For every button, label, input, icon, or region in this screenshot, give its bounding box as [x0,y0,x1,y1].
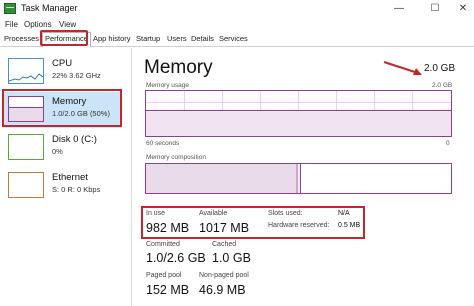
paged-pool-label: Paged pool [146,272,182,279]
stats-highlight [141,206,365,239]
cached-label: Cached [212,241,237,248]
memory-item-highlight [2,89,122,127]
close-button[interactable]: ✕ [448,1,474,17]
composition-standby [298,164,301,193]
non-paged-pool-label: Non-paged pool [199,272,249,279]
performance-tab-highlight [40,30,88,46]
time-axis-end: 0 [446,140,450,147]
menu-view[interactable]: View [59,20,76,29]
composition-label: Memory composition [146,154,206,161]
committed-label: Committed [146,241,180,248]
minimize-button[interactable]: — [384,1,414,17]
sidebar-item-label: Ethernet [52,172,88,183]
tab-details[interactable]: Details [189,33,216,45]
sidebar-item-label: Disk 0 (C:) [52,134,97,145]
window-title: Task Manager [21,3,78,13]
tab-processes[interactable]: Processes [2,33,41,45]
sidebar-item-ethernet[interactable]: Ethernet S: 0 R: 0 Kbps [4,168,122,204]
tab-users[interactable]: Users [165,33,189,45]
usage-graph-label: Memory usage [146,82,189,89]
page-title: Memory [144,57,213,78]
menu-options[interactable]: Options [24,20,52,29]
non-paged-pool-value: 46.9 MB [199,283,246,297]
composition-in-use [146,164,296,193]
ethernet-thumbnail [8,172,44,198]
sidebar-item-sub: S: 0 R: 0 Kbps [52,185,101,194]
paged-pool-value: 152 MB [146,283,190,297]
sidebar-item-disk[interactable]: Disk 0 (C:) 0% [4,130,122,166]
memory-usage-graph [145,90,452,137]
committed-value: 1.0/2.6 GB [146,251,206,265]
menu-file[interactable]: File [5,20,18,29]
tab-app-history[interactable]: App history [91,33,133,45]
cpu-thumbnail [8,58,44,84]
usage-graph-max: 2.0 GB [432,82,453,89]
cached-value: 1.0 GB [212,251,251,265]
tab-startup[interactable]: Startup [134,33,162,45]
memory-composition-bar [145,163,452,194]
title-bar: Task Manager — ☐ ✕ [0,0,474,18]
time-axis-start: 60 seconds [146,140,180,147]
annotation-arrow-icon [383,61,422,75]
usage-fill [146,110,451,136]
sidebar-item-cpu[interactable]: CPU 22% 3.62 GHz [4,54,122,90]
sidebar-item-sub: 0% [52,147,63,156]
sidebar-item-label: CPU [52,58,73,69]
tab-services[interactable]: Services [217,33,250,45]
resource-sidebar: CPU 22% 3.62 GHz Memory 1.0/2.0 GB (50%)… [0,48,130,306]
task-manager-icon [4,3,16,14]
pane-divider [131,48,132,306]
maximize-button[interactable]: ☐ [420,1,450,17]
sidebar-item-sub: 22% 3.62 GHz [52,71,101,80]
disk-thumbnail [8,134,44,160]
total-capacity: 2.0 GB [424,63,456,74]
